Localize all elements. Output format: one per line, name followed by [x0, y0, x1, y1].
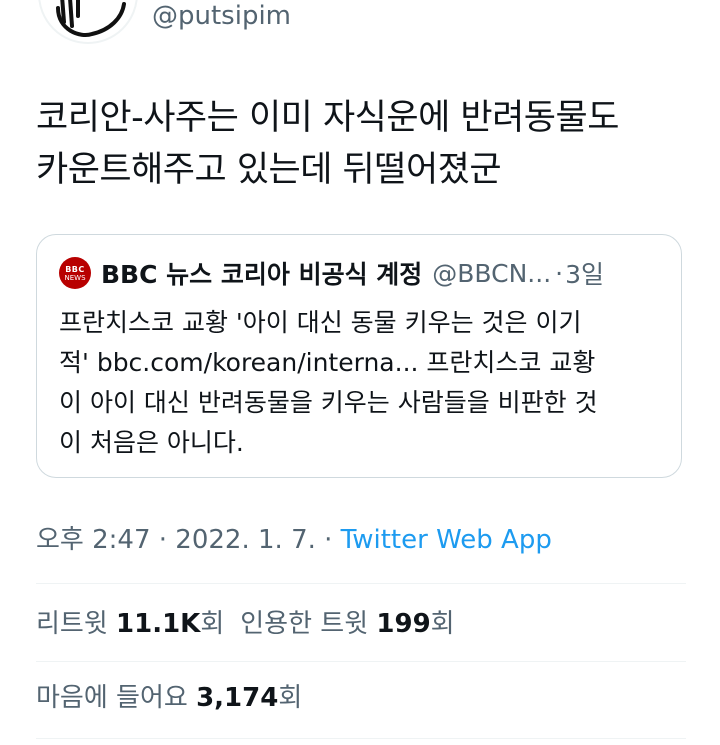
quote-tweet-unit: 회 [430, 609, 455, 639]
retweet-stats: 리트윗 11.1K회 인용한 트윗 199회 [36, 604, 455, 644]
meta-separator: · [150, 525, 176, 555]
divider [36, 738, 686, 739]
tweet-meta: 오후 2:47 · 2022. 1. 7. · Twitter Web App [36, 520, 552, 560]
like-label: 마음에 들어요 [36, 683, 197, 713]
avatar-drawing-icon [56, 0, 126, 37]
divider [36, 583, 686, 584]
meta-separator: · [315, 525, 341, 555]
tweet-date[interactable]: 2022. 1. 7. [175, 525, 316, 555]
tweet-time[interactable]: 오후 2:47 [36, 525, 151, 555]
quoted-timestamp[interactable]: 3일 [565, 255, 604, 291]
tweet-text: 코리안-사주는 이미 자식운에 반려동물도 카운트해주고 있는데 뒤떨어졌군 [36, 92, 696, 196]
quoted-tweet-card[interactable]: BBC NEWS BBC 뉴스 코리아 비공식 계정 @BBCN... · 3일… [36, 234, 682, 478]
bbc-news-avatar[interactable]: BBC NEWS [59, 257, 91, 289]
quote-tweets-link[interactable]: 인용한 트윗 199회 [240, 609, 454, 639]
retweet-count: 11.1K [116, 609, 201, 639]
quoted-separator: · [555, 258, 564, 288]
like-stats[interactable]: 마음에 들어요 3,174회 [36, 678, 302, 718]
quote-tweet-label: 인용한 트윗 [240, 609, 377, 639]
quoted-text-line: 이 아이 대신 반려동물을 키우는 사람들을 비판한 것 [59, 388, 598, 417]
like-count: 3,174 [196, 683, 279, 713]
bbc-logo-text: BBC [65, 264, 85, 274]
retweet-label: 리트윗 [36, 609, 117, 639]
retweet-unit: 회 [200, 609, 225, 639]
bbc-news-text: NEWS [64, 273, 86, 282]
retweets-link[interactable]: 리트윗 11.1K회 [36, 609, 224, 639]
quoted-tweet-text: 프란치스코 교황 '아이 대신 동물 키우는 것은 이기 적' bbc.com/… [59, 303, 669, 463]
like-unit: 회 [278, 683, 303, 713]
divider [36, 661, 686, 662]
quoted-text-line: 적' bbc.com/korean/interna... 프란치스코 교황 [59, 348, 596, 377]
quoted-author-handle[interactable]: @BBCN... [432, 259, 551, 288]
author-handle[interactable]: @putsipim [152, 0, 291, 32]
quoted-text-line: 프란치스코 교황 '아이 대신 동물 키우는 것은 이기 [59, 308, 582, 337]
quote-tweet-count: 199 [376, 609, 431, 639]
quoted-tweet-header: BBC NEWS BBC 뉴스 코리아 비공식 계정 @BBCN... · 3일 [59, 255, 604, 291]
tweet-text-line: 코리안-사주는 이미 자식운에 반려동물도 [36, 98, 619, 138]
tweet-source-link[interactable]: Twitter Web App [341, 525, 552, 555]
author-avatar[interactable] [38, 0, 138, 44]
quoted-author-name[interactable]: BBC 뉴스 코리아 비공식 계정 [101, 255, 422, 291]
tweet-text-line: 카운트해주고 있는데 뒤떨어졌군 [36, 150, 502, 190]
quoted-text-line: 이 처음은 아니다. [59, 428, 244, 457]
